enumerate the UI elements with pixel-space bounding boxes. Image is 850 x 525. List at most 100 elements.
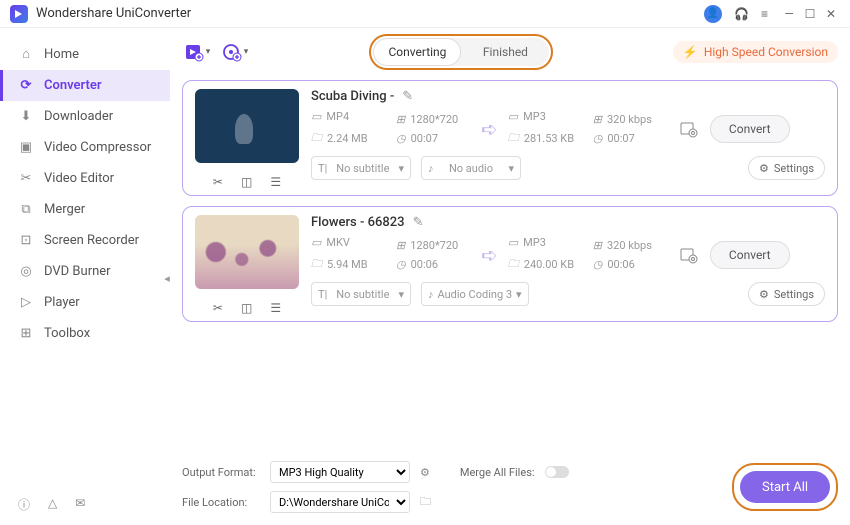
sidebar-item-toolbox[interactable]: ⊞Toolbox [0, 318, 170, 349]
src-dur: 00:07 [411, 132, 438, 145]
dst-format: MP3 [523, 236, 546, 249]
convert-button[interactable]: Convert [710, 115, 790, 143]
audio-track-select[interactable]: ♪No audio▾ [421, 156, 521, 180]
sidebar-item-recorder[interactable]: ⊡Screen Recorder [0, 225, 170, 256]
sidebar-item-dvd[interactable]: ◎DVD Burner [0, 256, 170, 287]
audio-icon: ▭ [508, 110, 518, 123]
sidebar: ⌂Home ⟳Converter ⬇ Downloader ▣ Video Comp… [0, 28, 170, 525]
minimize-icon[interactable]: — [780, 5, 798, 23]
chevron-down-icon: ▾ [398, 288, 404, 301]
compress-icon: ▣ [18, 140, 34, 155]
merge-label: Merge All Files: [460, 466, 535, 479]
crop-icon[interactable]: ◫ [241, 175, 252, 189]
gear-icon: ⚙ [759, 162, 769, 175]
more-icon[interactable]: ☰ [270, 175, 281, 189]
high-speed-conversion-button[interactable]: ⚡ High Speed Conversion [673, 41, 838, 63]
file-location-select[interactable]: D:\Wondershare UniConverter [270, 491, 410, 513]
convert-button[interactable]: Convert [710, 241, 790, 269]
hamburger-menu-icon[interactable]: ≡ [761, 7, 768, 21]
dst-bitrate: 320 kbps [607, 113, 652, 126]
more-icon[interactable]: ☰ [270, 301, 281, 315]
gear-icon: ⚙ [759, 288, 769, 301]
home-icon: ⌂ [18, 46, 34, 62]
clock-icon: ◷ [593, 132, 603, 145]
audio-value: Audio Coding 3 [438, 288, 513, 301]
crop-icon[interactable]: ◫ [241, 301, 252, 315]
audio-value: No audio [449, 162, 493, 175]
sidebar-item-editor[interactable]: ✂ Video Editor [0, 163, 170, 194]
sidebar-item-player[interactable]: ▷Player [0, 287, 170, 318]
dst-bitrate: 320 kbps [607, 239, 652, 252]
lightning-icon: ⚡ [683, 45, 698, 59]
settings-button[interactable]: ⚙Settings [748, 156, 825, 180]
merge-toggle[interactable] [545, 466, 569, 478]
open-folder-icon[interactable]: 🗀 [420, 493, 431, 512]
bottom-bar: Output Format: MP3 High Quality ⚙ Merge … [182, 453, 838, 525]
tab-finished[interactable]: Finished [461, 38, 549, 66]
title-bar: Wondershare UniConverter 👤 🎧 ≡ — ☐ ✕ [0, 0, 850, 28]
sidebar-item-merger[interactable]: ⧉ Merger [0, 194, 170, 225]
video-thumbnail[interactable] [195, 89, 299, 163]
output-format-label: Output Format: [182, 466, 260, 479]
edit-title-icon[interactable]: ✎ [413, 215, 424, 230]
folder-icon: 🗀 [508, 129, 519, 148]
trim-icon[interactable]: ✂ [213, 175, 223, 189]
video-thumbnail[interactable] [195, 215, 299, 289]
user-avatar[interactable]: 👤 [704, 5, 722, 23]
src-dur: 00:06 [411, 258, 438, 271]
subtitle-select[interactable]: T|No subtitle▾ [311, 282, 411, 306]
dst-format: MP3 [523, 110, 546, 123]
subtitle-select[interactable]: T|No subtitle▾ [311, 156, 411, 180]
merge-icon: ⧉ [18, 202, 34, 217]
tab-converting[interactable]: Converting [373, 38, 461, 66]
clock-icon: ◷ [593, 258, 603, 271]
start-all-button[interactable]: Start All [740, 471, 830, 503]
chevron-down-icon: ▾ [398, 162, 404, 175]
folder-icon: 🗀 [311, 129, 322, 148]
maximize-icon[interactable]: ☐ [801, 5, 819, 23]
sidebar-item-downloader[interactable]: ⬇ Downloader [0, 101, 170, 132]
scissors-icon: ✂ [18, 171, 34, 186]
load-dvd-button[interactable]: ▾ [220, 37, 250, 67]
src-format: MKV [326, 236, 350, 249]
settings-button[interactable]: ⚙Settings [748, 282, 825, 306]
clock-icon: ◷ [396, 132, 406, 145]
sidebar-item-converter[interactable]: ⟳Converter [0, 70, 170, 101]
add-file-button[interactable]: ▾ [182, 37, 212, 67]
trim-icon[interactable]: ✂ [213, 301, 223, 315]
dst-size: 281.53 KB [524, 132, 574, 145]
resolution-icon: ⊞ [396, 239, 405, 252]
bell-icon[interactable]: △ [48, 496, 57, 513]
chevron-down-icon: ▾ [244, 47, 249, 57]
play-icon: ▷ [18, 295, 34, 310]
close-icon[interactable]: ✕ [822, 5, 840, 23]
headset-icon[interactable]: 🎧 [734, 7, 749, 21]
audio-track-select[interactable]: ♪Audio Coding 3▾ [421, 282, 529, 306]
grid-icon: ⊞ [18, 326, 34, 341]
output-settings-icon[interactable] [678, 244, 700, 266]
sidebar-label: Downloader [44, 109, 113, 124]
subtitle-value: No subtitle [336, 288, 389, 301]
dst-size: 240.00 KB [524, 258, 574, 271]
video-icon: ▭ [311, 236, 321, 249]
folder-icon: 🗀 [508, 255, 519, 274]
arrow-right-icon: ➪ [481, 243, 498, 267]
output-format-select[interactable]: MP3 High Quality [270, 461, 410, 483]
sidebar-item-home[interactable]: ⌂Home [0, 38, 170, 70]
sidebar-label: Video Editor [44, 171, 114, 186]
main-panel: ▾ ▾ Converting Finished ⚡ High Speed Con… [170, 28, 850, 525]
sidebar-label: Merger [44, 202, 85, 217]
output-settings-icon[interactable] [678, 118, 700, 140]
edit-title-icon[interactable]: ✎ [402, 89, 413, 104]
media-title: Scuba Diving - [311, 89, 394, 104]
help-icon[interactable]: ⓘ [18, 496, 30, 513]
format-settings-icon[interactable]: ⚙ [420, 466, 430, 479]
download-icon: ⬇ [18, 109, 34, 124]
media-card: ✂ ◫ ☰ Flowers - 66823 ✎ ▭MKV 🗀5.94 MB ⊞1 [182, 206, 838, 322]
sidebar-item-compressor[interactable]: ▣ Video Compressor [0, 132, 170, 163]
chevron-down-icon: ▾ [516, 288, 522, 301]
resolution-icon: ⊞ [396, 113, 405, 126]
feedback-icon[interactable]: ✉ [75, 496, 85, 513]
sidebar-label: Video Compressor [44, 140, 151, 155]
src-res: 1280*720 [410, 239, 458, 252]
